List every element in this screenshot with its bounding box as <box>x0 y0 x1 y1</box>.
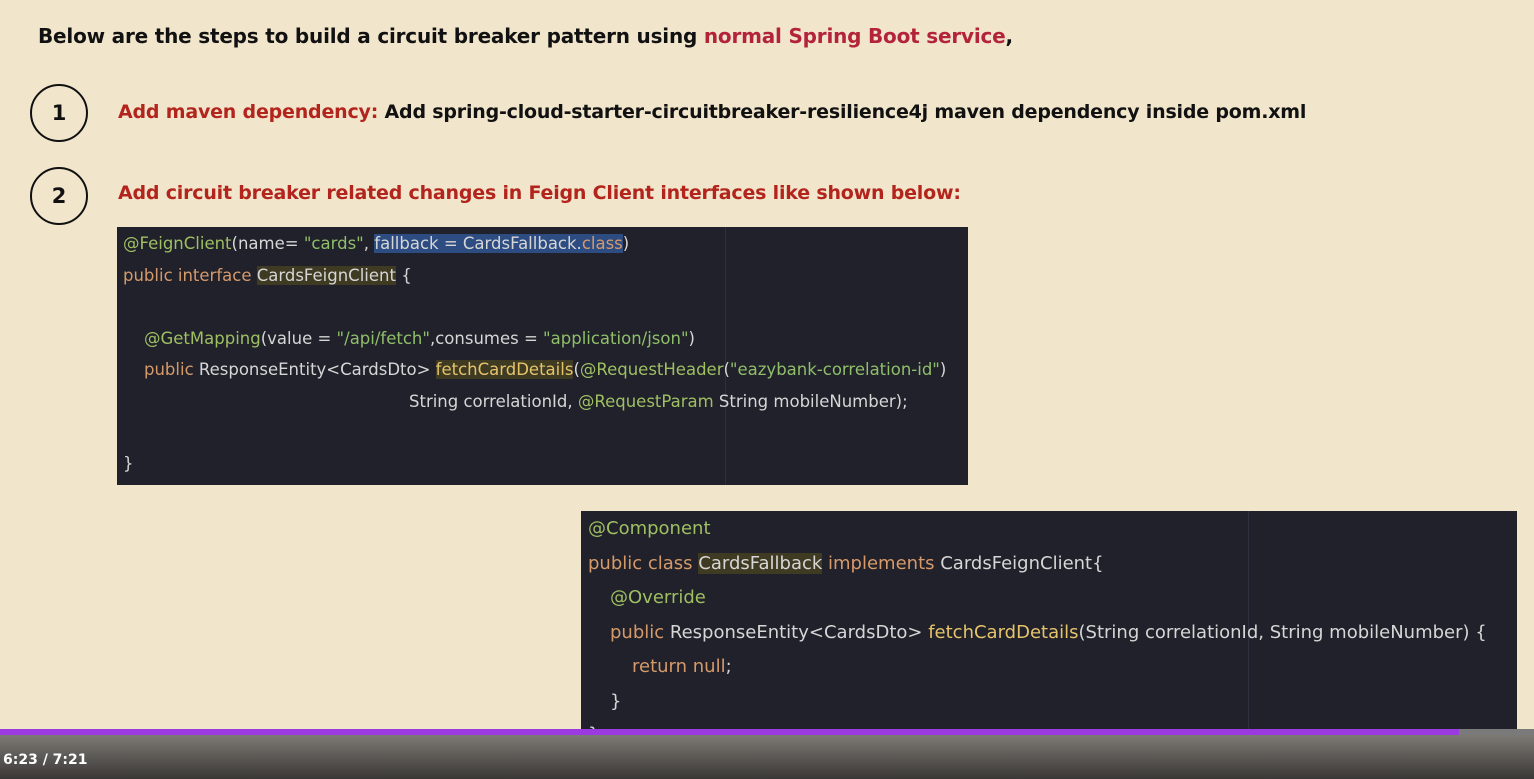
code-line: public ResponseEntity<CardsDto> fetchCar… <box>610 622 1487 643</box>
video-progress-bar[interactable] <box>0 729 1534 735</box>
step-1-description: Add spring-cloud-starter-circuitbreaker-… <box>378 101 1307 123</box>
step-2-text: Add circuit breaker related changes in F… <box>118 182 961 204</box>
code-line: public class CardsFallback implements Ca… <box>588 553 1104 574</box>
code-line: @Component <box>588 518 711 539</box>
code-line: } <box>610 691 622 712</box>
video-progress-fill <box>0 729 1459 735</box>
heading-prefix: Below are the steps to build a circuit b… <box>38 24 704 48</box>
video-controls-bar <box>0 735 1534 779</box>
code-line: public ResponseEntity<CardsDto> fetchCar… <box>144 360 947 379</box>
code-line: public interface CardsFeignClient { <box>123 266 412 285</box>
code-line: String correlationId, @RequestParam Stri… <box>409 392 908 411</box>
step-2-number: 2 <box>30 167 88 225</box>
step-1-title: Add maven dependency: <box>118 101 379 123</box>
code-line: } <box>123 454 134 473</box>
code-line: @FeignClient(name= "cards", fallback = C… <box>123 234 630 253</box>
code-line: return null; <box>632 656 732 677</box>
fallback-class-code-block: @Component public class CardsFallback im… <box>581 511 1517 754</box>
code-guide-line <box>725 227 726 485</box>
step-2-title: Add circuit breaker related changes in F… <box>118 182 961 204</box>
heading-suffix: , <box>1005 24 1014 48</box>
code-line: @Override <box>610 587 706 608</box>
code-line: @GetMapping(value = "/api/fetch",consume… <box>144 329 695 348</box>
page-heading: Below are the steps to build a circuit b… <box>38 24 1013 48</box>
step-1-number: 1 <box>30 84 88 142</box>
feign-client-code-block: @FeignClient(name= "cards", fallback = C… <box>117 227 968 485</box>
video-time-display: 6:23 / 7:21 <box>3 752 88 768</box>
heading-accent: normal Spring Boot service <box>703 24 1006 48</box>
step-1-text: Add maven dependency: Add spring-cloud-s… <box>118 101 1306 123</box>
